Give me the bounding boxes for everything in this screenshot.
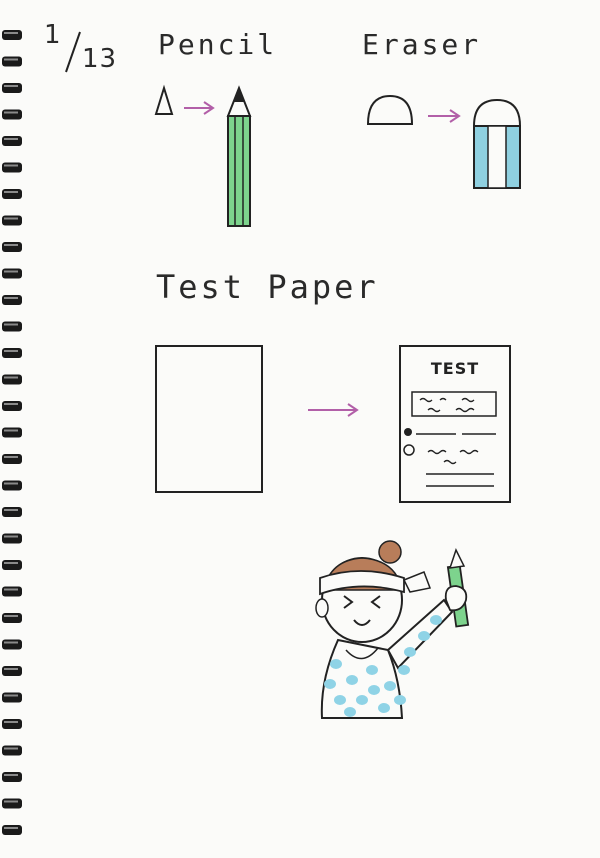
test-sheet-drawing: TEST	[399, 345, 511, 503]
arrow-pencil	[184, 101, 215, 115]
drawings-canvas: TEST	[154, 84, 522, 719]
pencil-drawing	[226, 85, 252, 227]
arrow-eraser	[428, 109, 461, 123]
character-illustration	[315, 540, 470, 719]
arrow-test-paper	[308, 403, 359, 417]
eraser-cap-sketch	[366, 94, 414, 125]
blank-paper-drawing	[155, 345, 263, 493]
test-sheet-heading: TEST	[431, 359, 479, 378]
sketchbook-page: 1 13 Pencil Eraser Test Paper TEST	[0, 0, 600, 858]
pencil-tip-sketch	[154, 84, 174, 115]
eraser-drawing	[472, 98, 522, 189]
